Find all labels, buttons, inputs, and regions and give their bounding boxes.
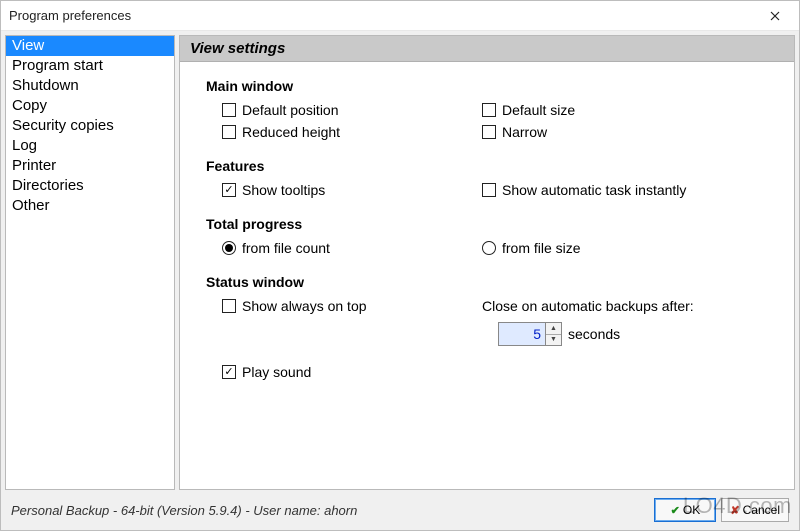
checkbox-icon [482,125,496,139]
checkbox-label: Show automatic task instantly [502,182,686,198]
radio-label: from file size [502,240,581,256]
stepper-up-button[interactable]: ▲ [546,323,561,335]
x-icon: ✘ [730,504,739,517]
radio-label: from file count [242,240,330,256]
sidebar-item-label: Program start [12,57,103,74]
sidebar-item-program-start[interactable]: Program start [6,56,174,76]
ok-button[interactable]: ✔ OK [654,498,716,522]
section-features: Features Show tooltips Show automatic ta… [206,158,778,198]
main-content: Main window Default position Default siz… [180,62,794,489]
check-icon: ✔ [671,504,680,517]
checkbox-icon [222,299,236,313]
footer: Personal Backup - 64-bit (Version 5.9.4)… [1,490,799,530]
stepper-down-button[interactable]: ▼ [546,335,561,346]
sidebar-item-label: Copy [12,97,47,114]
sidebar-item-label: View [12,37,44,54]
section-title: Features [206,158,778,174]
radio-from-file-size[interactable]: from file size [482,240,778,256]
sidebar-item-label: Security copies [12,117,114,134]
sidebar-item-security-copies[interactable]: Security copies [6,116,174,136]
checkbox-label: Default size [502,102,575,118]
section-total-progress: Total progress from file count from file… [206,216,778,256]
close-after-block: Close on automatic backups after: ▲ ▼ [482,298,778,346]
stepper-buttons: ▲ ▼ [546,322,562,346]
sidebar-item-printer[interactable]: Printer [6,156,174,176]
checkbox-label: Narrow [502,124,547,140]
sidebar-item-label: Log [12,137,37,154]
checkbox-icon [222,103,236,117]
window-title: Program preferences [9,8,131,23]
body: View Program start Shutdown Copy Securit… [1,31,799,490]
checkbox-icon [222,125,236,139]
checkbox-show-auto-task[interactable]: Show automatic task instantly [482,182,778,198]
sidebar-item-shutdown[interactable]: Shutdown [6,76,174,96]
sidebar-item-label: Shutdown [12,77,79,94]
radio-icon [222,241,236,255]
sidebar-item-log[interactable]: Log [6,136,174,156]
close-after-unit: seconds [568,326,620,342]
sidebar-item-label: Directories [12,177,84,194]
checkbox-show-on-top[interactable]: Show always on top [222,298,482,314]
checkbox-reduced-height[interactable]: Reduced height [222,124,482,140]
checkbox-label: Default position [242,102,339,118]
checkbox-label: Show always on top [242,298,367,314]
sidebar-item-copy[interactable]: Copy [6,96,174,116]
titlebar: Program preferences [1,1,799,31]
checkbox-icon [222,365,236,379]
button-label: OK [683,503,700,517]
sidebar-item-directories[interactable]: Directories [6,176,174,196]
checkbox-narrow[interactable]: Narrow [482,124,778,140]
footer-status: Personal Backup - 64-bit (Version 5.9.4)… [11,503,357,518]
checkbox-show-tooltips[interactable]: Show tooltips [222,182,482,198]
section-title: Total progress [206,216,778,232]
checkbox-default-position[interactable]: Default position [222,102,482,118]
close-after-stepper[interactable]: ▲ ▼ [498,322,562,346]
checkbox-default-size[interactable]: Default size [482,102,778,118]
checkbox-play-sound[interactable]: Play sound [222,364,482,380]
sidebar-item-label: Other [12,197,50,214]
main-header: View settings [180,36,794,62]
section-title: Status window [206,274,778,290]
radio-icon [482,241,496,255]
close-after-label: Close on automatic backups after: [482,298,778,314]
close-icon [770,11,780,21]
section-main-window: Main window Default position Default siz… [206,78,778,140]
sidebar-item-view[interactable]: View [6,36,174,56]
checkbox-icon [482,103,496,117]
radio-from-file-count[interactable]: from file count [222,240,482,256]
checkbox-icon [482,183,496,197]
main-panel: View settings Main window Default positi… [179,35,795,490]
sidebar-item-label: Printer [12,157,56,174]
checkbox-label: Play sound [242,364,311,380]
checkbox-label: Reduced height [242,124,340,140]
close-after-input[interactable] [498,322,546,346]
checkbox-icon [222,183,236,197]
section-title: Main window [206,78,778,94]
footer-actions: ✔ OK ✘ Cancel [654,498,789,522]
sidebar-item-other[interactable]: Other [6,196,174,216]
section-status-window: Status window Show always on top Close o… [206,274,778,380]
sidebar: View Program start Shutdown Copy Securit… [5,35,175,490]
button-label: Cancel [743,503,780,517]
window: Program preferences View Program start S… [0,0,800,531]
close-button[interactable] [755,2,795,30]
cancel-button[interactable]: ✘ Cancel [721,498,789,522]
checkbox-label: Show tooltips [242,182,325,198]
